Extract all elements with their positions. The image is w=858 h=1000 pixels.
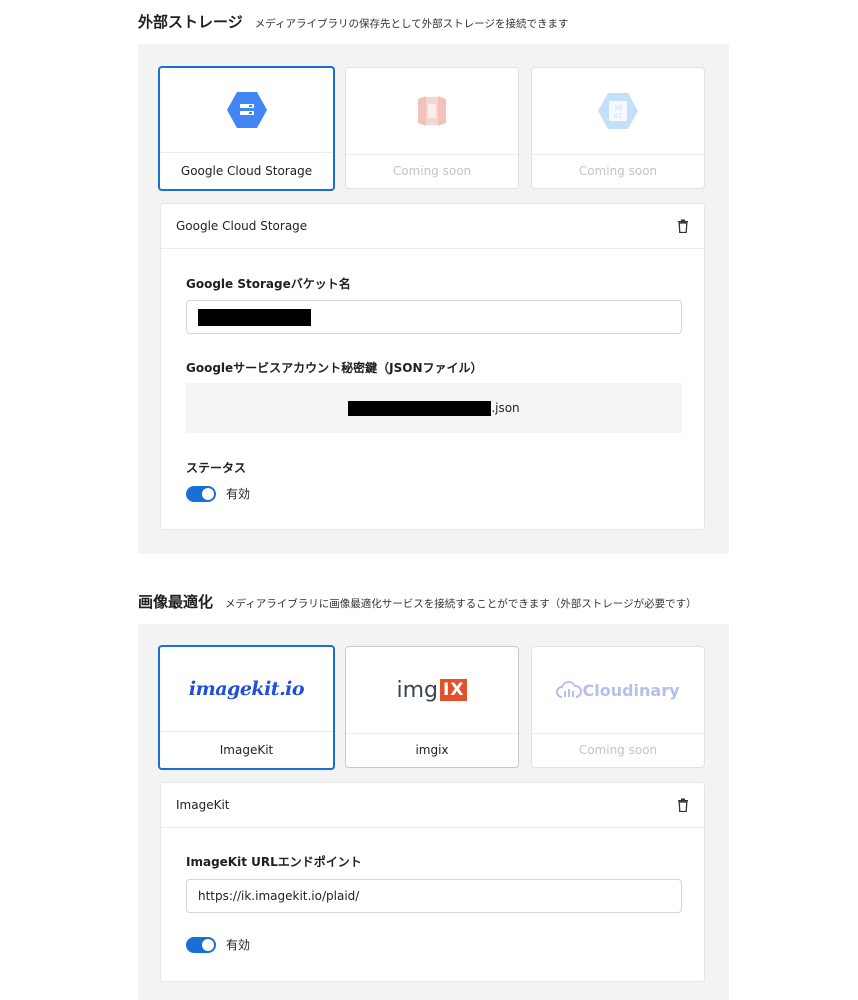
svg-text:01: 01 [614, 112, 622, 120]
trash-icon[interactable] [677, 798, 689, 812]
trash-icon[interactable] [677, 219, 689, 233]
storage-section-title: 外部ストレージ メディアライブラリの保存先として外部ストレージを接続できます [138, 11, 568, 32]
optimization-section-title: 画像最適化 メディアライブラリに画像最適化サービスを接続することができます（外部… [138, 591, 697, 612]
card-imgix[interactable]: img IX imgix [345, 646, 519, 768]
service-account-key-label: Googleサービスアカウント秘密鍵（JSONファイル） [186, 361, 483, 375]
card-coming-soon-azure: 10 01 Coming soon [531, 67, 705, 189]
status-label: ステータス [186, 461, 247, 475]
redacted-filename [348, 400, 492, 416]
imgix-logo: img IX [397, 678, 468, 703]
card-imagekit[interactable]: imagekit.io ImageKit [158, 645, 335, 770]
card-google-cloud-storage[interactable]: Google Cloud Storage [158, 66, 335, 191]
cloudinary-logo: Cloudinary [556, 681, 680, 700]
redacted-value [198, 308, 311, 326]
google-cloud-storage-icon [226, 92, 267, 128]
card-label: Coming soon [392, 164, 472, 178]
storage-title: 外部ストレージ [138, 13, 243, 31]
card-label: imgix [415, 743, 449, 757]
toggle-label: 有効 [226, 938, 251, 952]
imagekit-logo: imagekit.io [188, 678, 305, 700]
file-extension: .json [491, 401, 520, 415]
card-label: Google Cloud Storage [180, 163, 313, 178]
optimization-description: メディアライブラリに画像最適化サービスを接続することができます（外部ストレージが… [225, 598, 697, 610]
optimization-title: 画像最適化 [138, 593, 214, 611]
optimization-detail-header: ImageKit [176, 798, 230, 812]
service-account-key-file[interactable]: .json [186, 383, 682, 433]
cloud-icon [556, 681, 583, 698]
aws-s3-icon [418, 96, 446, 126]
storage-enabled-toggle[interactable] [186, 485, 216, 502]
card-coming-soon-cloudinary: Cloudinary Coming soon [531, 646, 705, 768]
imagekit-toggle-row: 有効 [186, 936, 250, 953]
toggle-label: 有効 [226, 487, 251, 501]
card-label: ImageKit [219, 742, 274, 757]
storage-detail-header: Google Cloud Storage [176, 219, 308, 233]
svg-text:10: 10 [614, 104, 622, 112]
azure-blob-icon: 10 01 [598, 93, 638, 129]
bucket-name-input[interactable] [186, 300, 682, 334]
card-coming-soon-s3: Coming soon [345, 67, 519, 189]
imagekit-enabled-toggle[interactable] [186, 936, 216, 953]
storage-description: メディアライブラリの保存先として外部ストレージを接続できます [254, 18, 569, 30]
card-label: Coming soon [578, 743, 658, 757]
endpoint-label: ImageKit URLエンドポイント [186, 855, 362, 869]
bucket-name-label: Google Storageバケット名 [186, 277, 351, 291]
status-toggle-row: 有効 [186, 485, 250, 502]
endpoint-value: https://ik.imagekit.io/plaid/ [198, 889, 360, 903]
endpoint-input[interactable]: https://ik.imagekit.io/plaid/ [186, 879, 682, 913]
storage-detail-panel: Google Cloud Storage Google Storageバケット名… [160, 203, 705, 530]
card-label: Coming soon [578, 164, 658, 178]
optimization-detail-panel: ImageKit ImageKit URLエンドポイント https://ik.… [160, 782, 705, 982]
